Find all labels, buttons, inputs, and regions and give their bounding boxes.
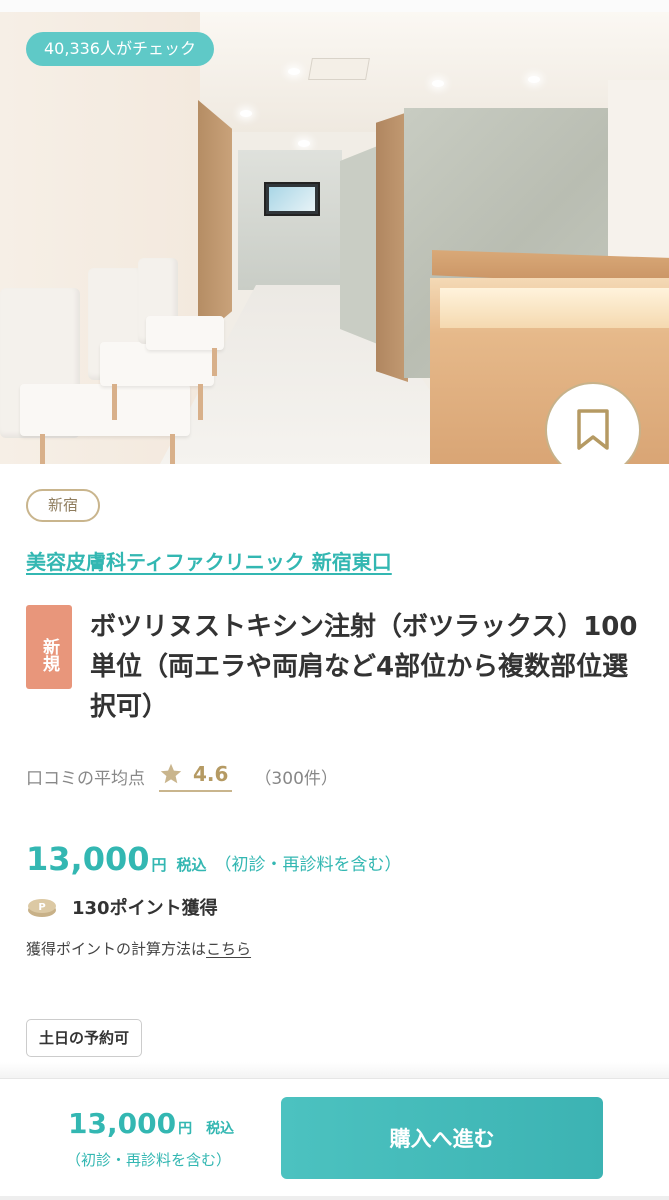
svg-text:P: P: [38, 902, 45, 913]
clinic-name-link[interactable]: 美容皮膚科ティファクリニック 新宿東口: [26, 546, 392, 575]
rating-score: 4.6: [193, 762, 229, 786]
points-earned: 130ポイント獲得: [72, 898, 218, 919]
new-badge: 新規: [26, 605, 72, 689]
bottom-edge: [0, 1196, 669, 1200]
bottom-price-amount: 13,000: [68, 1107, 177, 1140]
product-title: ボツリヌストキシン注射（ボツラックス）100単位（両エラや両肩など4部位から複数…: [90, 612, 638, 722]
price-tax-label: 税込: [176, 856, 207, 874]
bottom-price-tax: 税込: [206, 1121, 235, 1137]
area-tag[interactable]: 新宿: [26, 489, 101, 522]
rating-label: 口コミの平均点: [26, 768, 145, 789]
proceed-to-purchase-button[interactable]: 購入へ進む: [281, 1097, 603, 1179]
clinic-photo: 40,336人がチェック: [0, 0, 669, 464]
points-calc-text: 獲得ポイントの計算方法はこちら: [26, 938, 251, 959]
review-count: （300件）: [254, 768, 338, 789]
price-unit: 円: [151, 856, 167, 874]
star-icon: [160, 763, 182, 784]
price-amount: 13,000: [26, 840, 150, 878]
bottom-price-unit: 円: [178, 1121, 193, 1137]
rating-row: 口コミの平均点 4.6 （300件）: [26, 760, 338, 792]
price-row: 13,000 円 税込 （初診・再診料を含む）: [26, 840, 402, 878]
weekend-reservation-tag: 土日の予約可: [26, 1019, 143, 1057]
bottom-price-note: （初診・再診料を含む）: [66, 1151, 232, 1169]
points-calc-link[interactable]: こちら: [206, 940, 251, 958]
points-row: P 130ポイント獲得: [26, 894, 218, 920]
rating-score-link[interactable]: 4.6: [159, 760, 233, 792]
price-note: （初診・再診料を含む）: [214, 855, 402, 875]
check-count-badge: 40,336人がチェック: [26, 32, 214, 66]
point-coin-icon: P: [28, 899, 56, 917]
bottom-price-row: 13,000 円 税込: [68, 1107, 234, 1140]
points-calc-prefix: 獲得ポイントの計算方法は: [26, 940, 207, 958]
bookmark-icon: [577, 409, 609, 450]
purchase-bar: 13,000 円 税込 （初診・再診料を含む） 購入へ進む: [0, 1078, 669, 1200]
